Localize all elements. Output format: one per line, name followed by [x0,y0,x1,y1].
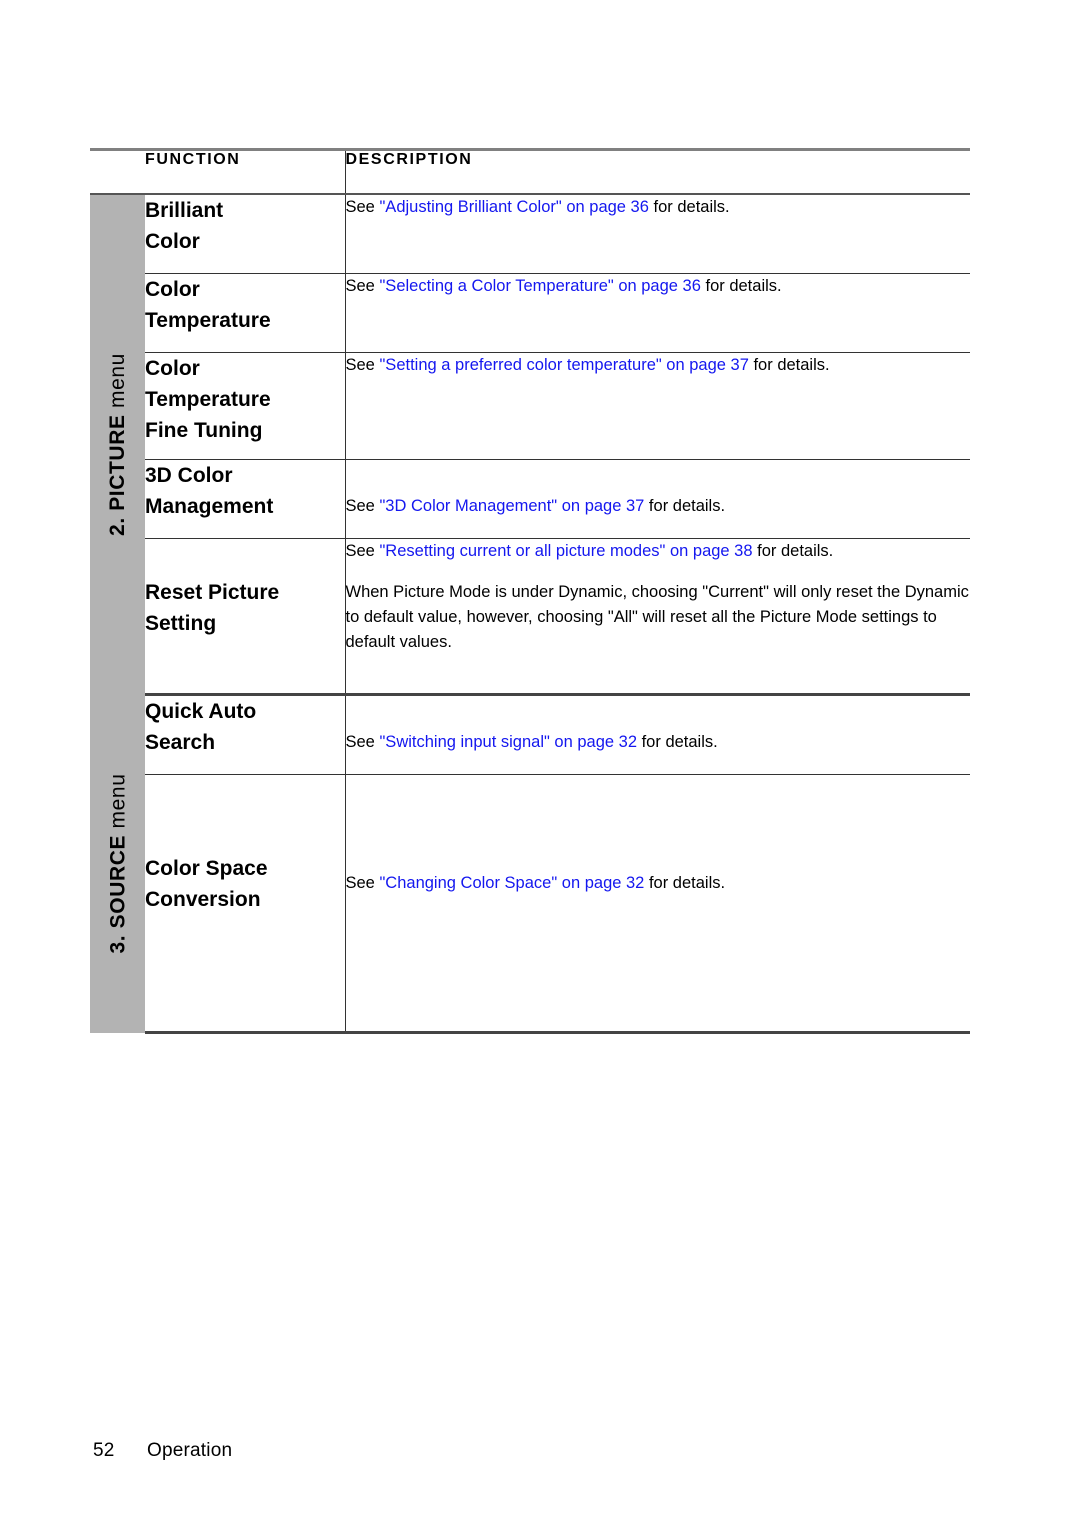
function-line: Color [145,278,200,301]
section-label-source-menu: 3. SOURCE menu [90,694,145,1033]
function-line: Fine Tuning [145,419,263,443]
function-line: Color [145,357,200,380]
function-line: Reset Picture [145,581,280,604]
cross-reference-link[interactable]: "Adjusting Brilliant Color" on page 36 [379,198,648,216]
function-cell-brilliant-color: Brilliant Color [145,194,345,274]
text-after-link: for details. [644,497,726,515]
cross-reference-link[interactable]: "Changing Color Space" on page 32 [379,874,644,892]
text-after-link: for details. [748,356,830,374]
section-label-suffix: menu [106,353,129,415]
table-row: Color Temperature See "Selecting a Color… [90,273,971,353]
function-cell-color-temperature: Color Temperature [145,273,345,353]
function-line: Brilliant [145,199,224,222]
function-line: Management [145,495,274,519]
footer-page-number: 52 [93,1440,115,1461]
description-cell-color-temperature-fine-tuning: See "Setting a preferred color temperatu… [344,352,971,460]
text-after-link: for details. [644,874,726,892]
function-cell-3d-color-management: 3D Color Management [145,459,345,539]
description-paragraph: See "Selecting a Color Temperature" on p… [346,274,971,299]
section-label-prefix: 2. PICTURE [106,414,129,537]
description-cell-quick-auto-search: See "Switching input signal" on page 32 … [344,694,971,775]
function-line: Search [145,731,216,755]
manual-page: FUNCTION DESCRIPTION 2. PICTURE menu Bri… [0,0,1080,1529]
description-paragraph: See "Changing Color Space" on page 32 fo… [346,871,971,896]
function-line: Setting [145,612,217,636]
description-paragraph: See "3D Color Management" on page 37 for… [346,494,971,519]
text-before-link: See [345,497,380,515]
function-cell-color-space-conversion: Color Space Conversion [145,774,345,1034]
text-before-link: See [345,733,380,751]
page-footer: 52 Operation [93,1440,232,1462]
function-line: Temperature [145,388,271,412]
section-label-suffix: menu [106,773,129,835]
section-label-picture-menu: 2. PICTURE menu [90,194,145,695]
text-after-link: for details. [637,733,718,751]
table-row: Color Temperature Fine Tuning See "Setti… [90,352,971,460]
function-cell-color-temperature-fine-tuning: Color Temperature Fine Tuning [145,352,345,460]
text-after-link: for details. [752,542,834,560]
header-sidebar-spacer [90,148,145,195]
description-cell-reset-picture-setting: See "Resetting current or all picture mo… [344,538,971,696]
table-row: 2. PICTURE menu Brilliant Color See "Adj… [90,194,971,695]
function-line: Color Space [145,857,268,880]
text-before-link: See [345,874,380,892]
table-row: 3. SOURCE menu Quick Auto Search See "Sw… [90,694,971,1033]
text-before-link: See [345,542,380,560]
cross-reference-link[interactable]: "Setting a preferred color temperature" … [379,356,748,374]
table-row: Color Space Conversion See "Changing Col… [90,774,971,1034]
description-cell-color-space-conversion: See "Changing Color Space" on page 32 fo… [344,774,971,1034]
description-paragraph: See "Setting a preferred color temperatu… [346,353,971,378]
section-label-prefix: 3. SOURCE [106,834,129,954]
description-paragraph: See "Adjusting Brilliant Color" on page … [346,195,971,220]
description-cell-3d-color-management: See "3D Color Management" on page 37 for… [344,459,971,539]
description-cell-brilliant-color: See "Adjusting Brilliant Color" on page … [344,194,971,274]
function-line: Temperature [145,309,271,333]
text-before-link: See [345,356,380,374]
description-paragraph: When Picture Mode is under Dynamic, choo… [345,583,969,652]
cross-reference-link[interactable]: "Switching input signal" on page 32 [379,733,637,751]
description-paragraph: See "Resetting current or all picture mo… [346,539,971,564]
description-paragraph: See "Switching input signal" on page 32 … [346,730,971,755]
description-cell-color-temperature: See "Selecting a Color Temperature" on p… [344,273,971,353]
text-before-link: See [345,198,380,216]
table-row: Reset Picture Setting See "Resetting cur… [90,538,971,696]
footer-section-name: Operation [147,1440,233,1461]
function-description-table: FUNCTION DESCRIPTION 2. PICTURE menu Bri… [90,148,970,1034]
function-line: Conversion [145,888,261,912]
cross-reference-link[interactable]: "3D Color Management" on page 37 [379,497,644,515]
table-header-row: FUNCTION DESCRIPTION [90,148,970,195]
table-row: 3D Color Management See "3D Color Manage… [90,459,971,539]
function-line: Quick Auto [145,700,257,723]
function-cell-reset-picture-setting: Reset Picture Setting [145,538,345,696]
text-before-link: See [345,277,380,295]
cross-reference-link[interactable]: "Selecting a Color Temperature" on page … [379,277,700,295]
function-line: 3D Color [145,464,233,487]
text-after-link: for details. [648,198,730,216]
column-header-description: DESCRIPTION [344,148,970,195]
text-after-link: for details. [700,277,782,295]
function-cell-quick-auto-search: Quick Auto Search [145,694,345,775]
function-line: Color [145,230,200,254]
column-header-function: FUNCTION [145,148,345,195]
cross-reference-link[interactable]: "Resetting current or all picture modes"… [379,542,752,560]
